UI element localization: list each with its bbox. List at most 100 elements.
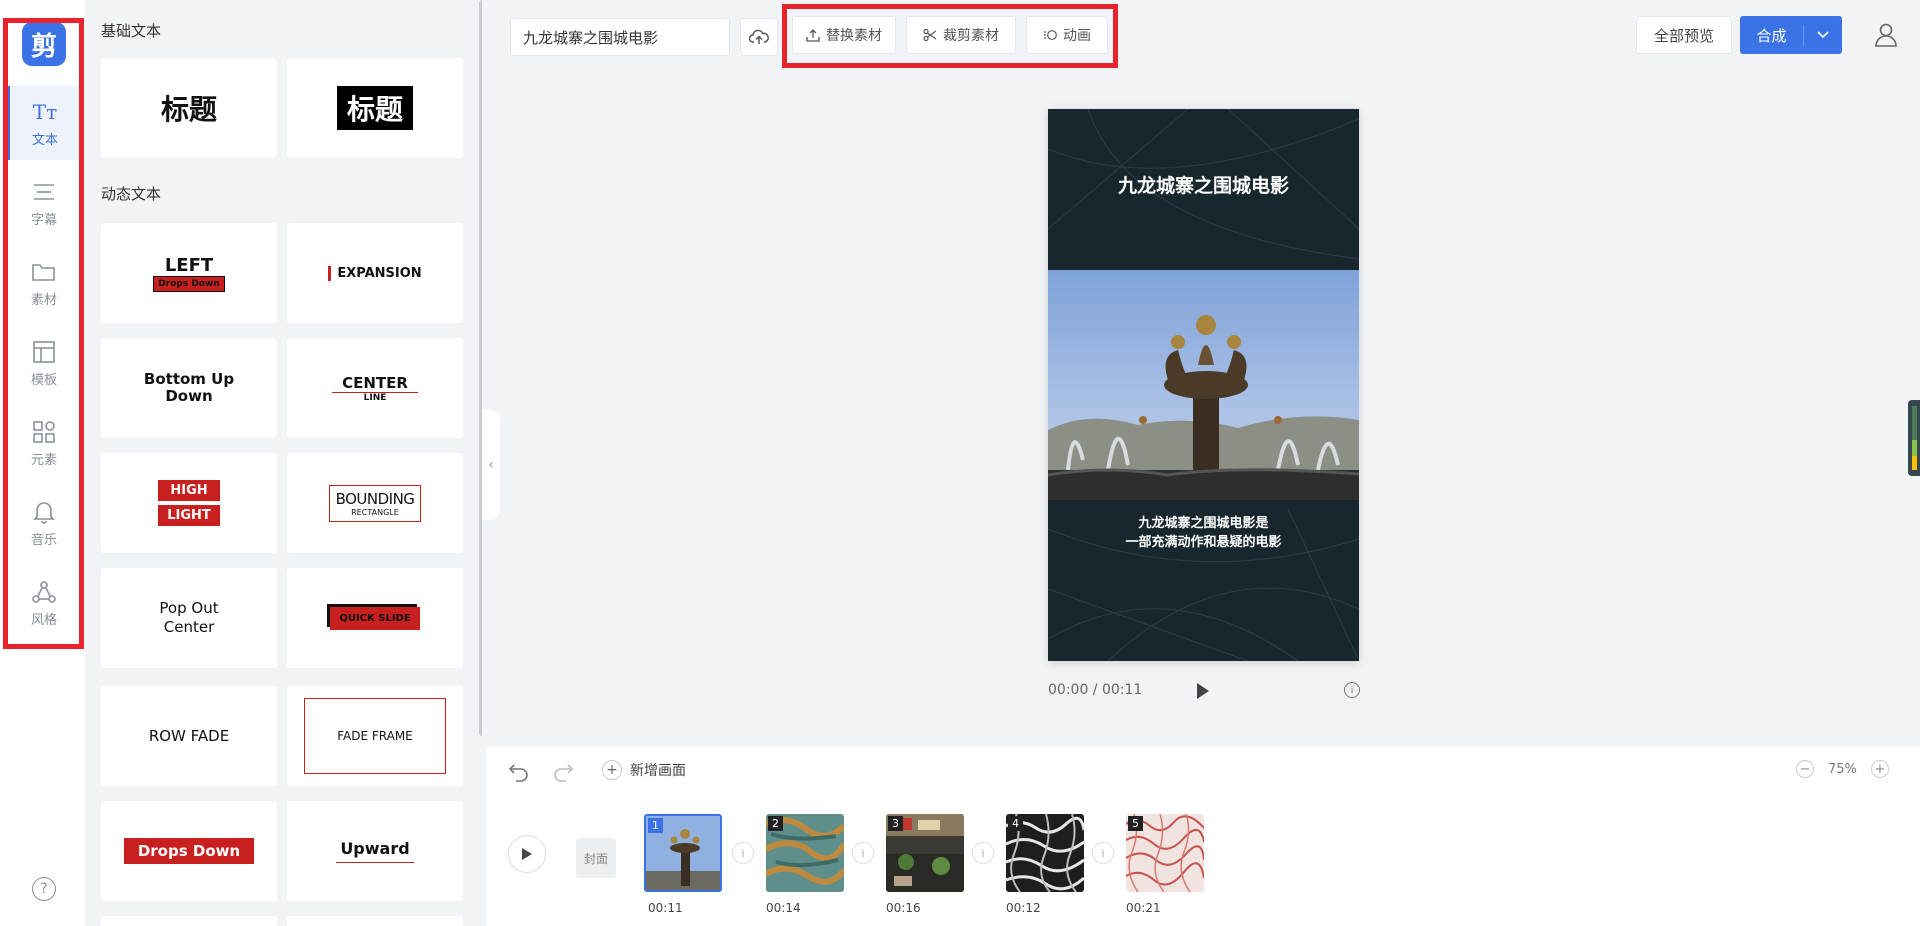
- transition-button[interactable]: i: [972, 842, 994, 864]
- zoom-in-button[interactable]: +: [1870, 760, 1889, 778]
- chevron-down-icon[interactable]: [1804, 30, 1842, 40]
- collapse-panel-handle[interactable]: ‹: [482, 410, 500, 520]
- timeline-clip[interactable]: 1: [644, 814, 722, 892]
- user-icon[interactable]: [1873, 22, 1899, 48]
- caption-line: 一部充满动作和悬疑的电影: [1125, 535, 1282, 550]
- text-style-card[interactable]: QUICK SLIDE: [287, 568, 463, 668]
- cloud-upload-button[interactable]: [740, 18, 778, 56]
- card-label: LEFT: [164, 254, 214, 276]
- card-sublabel: Down: [165, 387, 213, 405]
- undo-icon[interactable]: [508, 760, 530, 782]
- nav-item-label: 音乐: [30, 532, 57, 548]
- elements-icon: [31, 419, 57, 445]
- template-icon: [31, 339, 57, 365]
- cover-label: 封面: [583, 851, 608, 866]
- transition-button[interactable]: i: [1092, 842, 1114, 864]
- text-style-card[interactable]: Bottom Up Down: [101, 338, 277, 438]
- subtitle-icon: [31, 179, 57, 205]
- clip-number: 3: [888, 816, 903, 831]
- replace-material-label: 替换素材: [826, 28, 882, 44]
- info-icon[interactable]: i: [1344, 682, 1360, 698]
- nav-item-label: 字幕: [30, 212, 57, 228]
- cover-button[interactable]: 封面: [576, 838, 616, 878]
- card-label: CENTER: [332, 374, 418, 393]
- project-title-input[interactable]: 九龙城寨之围城电影: [510, 18, 730, 56]
- video-preview[interactable]: 九龙城寨之围城电影 九龙城寨之围城电影是 一部充满动作和悬疑的电影: [1048, 109, 1359, 661]
- transition-button[interactable]: i: [852, 842, 874, 864]
- card-sublabel: Center: [163, 618, 215, 636]
- text-style-card[interactable]: EXPANSION: [287, 223, 463, 323]
- play-icon[interactable]: [1195, 681, 1211, 701]
- add-scene-button[interactable]: + 新增画面: [602, 760, 686, 780]
- timeline-clip[interactable]: 3: [886, 814, 964, 892]
- compose-label: 合成: [1740, 24, 1804, 46]
- preview-all-label: 全部预览: [1653, 26, 1714, 45]
- text-style-card[interactable]: CENTER LINE: [287, 338, 463, 438]
- help-icon[interactable]: ?: [32, 877, 56, 901]
- nav-item-material[interactable]: 素材: [8, 246, 80, 320]
- nav-item-label: 元素: [30, 452, 57, 468]
- card-label: ROW FADE: [148, 727, 230, 745]
- text-panel: 基础文本 标题 标题 动态文本 LEFT Drops Down EXPANSIO…: [86, 0, 482, 926]
- card-label: HIGH: [158, 480, 220, 501]
- compose-button[interactable]: 合成: [1740, 16, 1842, 54]
- app-logo[interactable]: 剪: [22, 22, 66, 66]
- clip-number: 4: [1008, 816, 1023, 831]
- nav-item-text[interactable]: Tт 文本: [8, 86, 80, 160]
- card-label: Pop Out: [159, 599, 219, 617]
- nav-item-template[interactable]: 模板: [8, 326, 80, 400]
- upload-icon: [806, 29, 820, 42]
- card-label: QUICK SLIDE: [330, 606, 420, 630]
- crop-material-button[interactable]: 裁剪素材: [906, 16, 1016, 54]
- text-style-card[interactable]: Upward: [287, 801, 463, 901]
- project-title-value: 九龙城寨之围城电影: [523, 28, 659, 47]
- text-style-card[interactable]: ROW FADE: [101, 686, 277, 786]
- timeline-clip[interactable]: 4: [1006, 814, 1084, 892]
- nav-item-label: 风格: [30, 612, 57, 628]
- transition-button[interactable]: i: [732, 842, 754, 864]
- text-style-card[interactable]: 标题: [287, 58, 463, 158]
- text-style-card[interactable]: [101, 916, 277, 926]
- zoom-control: − 75% +: [1796, 760, 1889, 778]
- timeline-clip[interactable]: 5: [1126, 814, 1204, 892]
- zoom-out-button[interactable]: −: [1796, 760, 1814, 778]
- bell-icon: [31, 499, 57, 525]
- nav-item-elements[interactable]: 元素: [8, 406, 80, 480]
- animation-label: 动画: [1063, 28, 1091, 44]
- nav-item-subtitle[interactable]: 字幕: [8, 166, 80, 240]
- card-label: Bottom Up: [143, 370, 235, 388]
- plus-icon: +: [602, 760, 622, 780]
- text-style-card[interactable]: HIGH LIGHT: [101, 453, 277, 553]
- side-level-meter: [1908, 400, 1920, 476]
- cloud-upload-icon: [749, 29, 769, 44]
- clip-duration: 00:11: [648, 901, 683, 915]
- panel-scrollbar[interactable]: [479, 0, 482, 736]
- preview-all-button[interactable]: 全部预览: [1636, 16, 1732, 54]
- nav-item-label: 文本: [31, 132, 58, 148]
- card-preview: HIGH LIGHT: [158, 480, 220, 526]
- chevron-left-icon: ‹: [488, 457, 494, 473]
- section-title-dynamic: 动态文本: [101, 185, 162, 203]
- text-style-card[interactable]: 标题: [101, 58, 277, 158]
- play-icon: [522, 848, 532, 860]
- text-style-card[interactable]: LEFT Drops Down: [101, 223, 277, 323]
- replace-material-button[interactable]: 替换素材: [792, 16, 896, 54]
- text-style-card[interactable]: FADE FRAME: [287, 686, 463, 786]
- redo-icon[interactable]: [552, 760, 574, 782]
- card-label: 标题: [160, 93, 217, 126]
- folder-icon: [31, 259, 57, 285]
- nav-item-music[interactable]: 音乐: [8, 486, 80, 560]
- timeline-play-button[interactable]: [508, 835, 546, 873]
- animation-button[interactable]: 动画: [1026, 16, 1108, 54]
- text-style-card[interactable]: [287, 916, 463, 926]
- text-style-card[interactable]: BOUNDING RECTANGLE: [287, 453, 463, 553]
- text-style-card[interactable]: Drops Down: [101, 801, 277, 901]
- timeline-clip[interactable]: 2: [766, 814, 844, 892]
- card-sublabel: RECTANGLE: [351, 507, 399, 517]
- clip-duration: 00:12: [1006, 901, 1041, 915]
- clip-duration: 00:14: [766, 901, 801, 915]
- text-style-card[interactable]: Pop Out Center: [101, 568, 277, 668]
- nav-item-style[interactable]: 风格: [8, 566, 80, 640]
- card-preview: FADE FRAME: [304, 698, 446, 774]
- add-scene-label: 新增画面: [630, 763, 686, 779]
